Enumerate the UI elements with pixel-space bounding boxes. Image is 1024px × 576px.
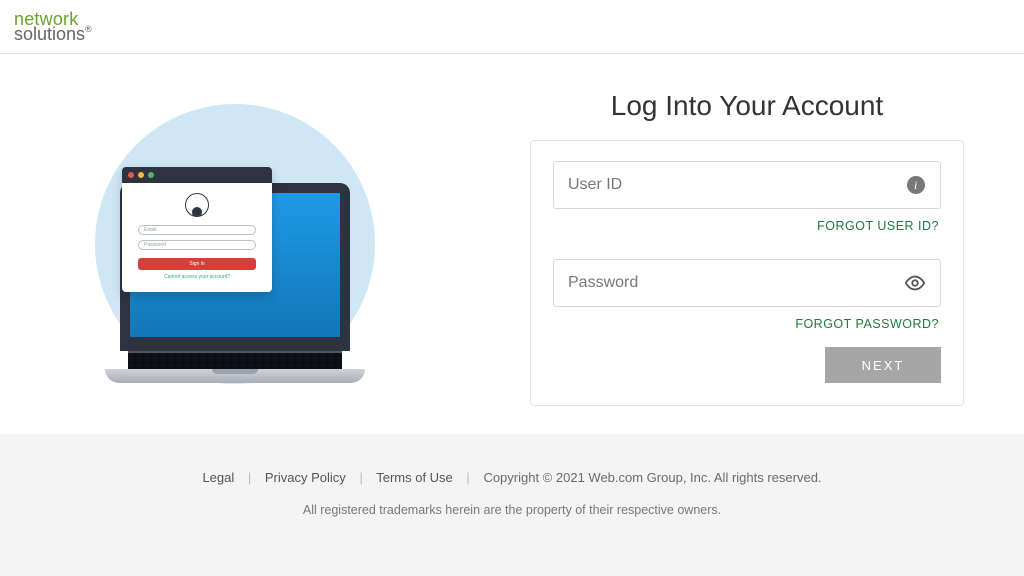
password-field-wrap — [553, 259, 941, 307]
login-card: i FORGOT USER ID? FOR — [530, 140, 964, 406]
footer-separator: | — [359, 470, 362, 485]
main-content: Email Password Sign in Cannot access you… — [0, 54, 1024, 434]
user-id-field[interactable]: i — [553, 161, 941, 209]
laptop-graphic: Email Password Sign in Cannot access you… — [120, 183, 350, 383]
brand-line2: solutions® — [14, 25, 92, 43]
browser-body: Email Password Sign in Cannot access you… — [122, 183, 272, 292]
illu-password-field: Password — [138, 240, 256, 250]
footer-terms-link[interactable]: Terms of Use — [376, 470, 453, 485]
laptop-login-illustration: Email Password Sign in Cannot access you… — [70, 89, 400, 399]
illu-email-field: Email — [138, 225, 256, 235]
page-title: Log Into Your Account — [530, 90, 964, 122]
laptop-keyboard — [128, 351, 342, 369]
info-icon[interactable]: i — [905, 174, 926, 196]
forgot-user-id-link[interactable]: FORGOT USER ID? — [817, 219, 939, 233]
footer-legal-link[interactable]: Legal — [202, 470, 234, 485]
illu-help-link: Cannot access your account? — [138, 274, 256, 280]
laptop-screen: Email Password Sign in Cannot access you… — [120, 183, 350, 351]
toggle-visibility-icon[interactable] — [904, 272, 926, 294]
maximize-dot-icon — [148, 172, 154, 178]
next-button[interactable]: NEXT — [825, 347, 941, 383]
footer-links-row: Legal | Privacy Policy | Terms of Use | … — [0, 470, 1024, 485]
login-form-column: Log Into Your Account i FORGOT USER ID? — [470, 54, 1024, 434]
minimize-dot-icon — [138, 172, 144, 178]
eye-icon — [904, 272, 926, 294]
footer-separator: | — [248, 470, 251, 485]
user-avatar-icon — [185, 193, 209, 217]
close-dot-icon — [128, 172, 134, 178]
browser-window-graphic: Email Password Sign in Cannot access you… — [122, 167, 272, 292]
password-field[interactable] — [553, 259, 941, 307]
user-id-field-wrap: i — [553, 161, 941, 209]
footer-separator: | — [466, 470, 469, 485]
laptop-base — [105, 369, 365, 383]
footer-privacy-link[interactable]: Privacy Policy — [265, 470, 346, 485]
footer-copyright: Copyright © 2021 Web.com Group, Inc. All… — [483, 470, 821, 485]
footer-trademark: All registered trademarks herein are the… — [0, 503, 1024, 517]
window-titlebar — [122, 167, 272, 183]
page-footer: Legal | Privacy Policy | Terms of Use | … — [0, 434, 1024, 576]
page-header: network solutions® — [0, 0, 1024, 54]
illu-signin-button: Sign in — [138, 258, 256, 270]
forgot-password-link[interactable]: FORGOT PASSWORD? — [795, 317, 939, 331]
illustration-column: Email Password Sign in Cannot access you… — [0, 54, 470, 434]
user-id-input[interactable] — [568, 176, 905, 194]
brand-logo[interactable]: network solutions® — [14, 10, 92, 43]
password-input[interactable] — [568, 274, 904, 292]
